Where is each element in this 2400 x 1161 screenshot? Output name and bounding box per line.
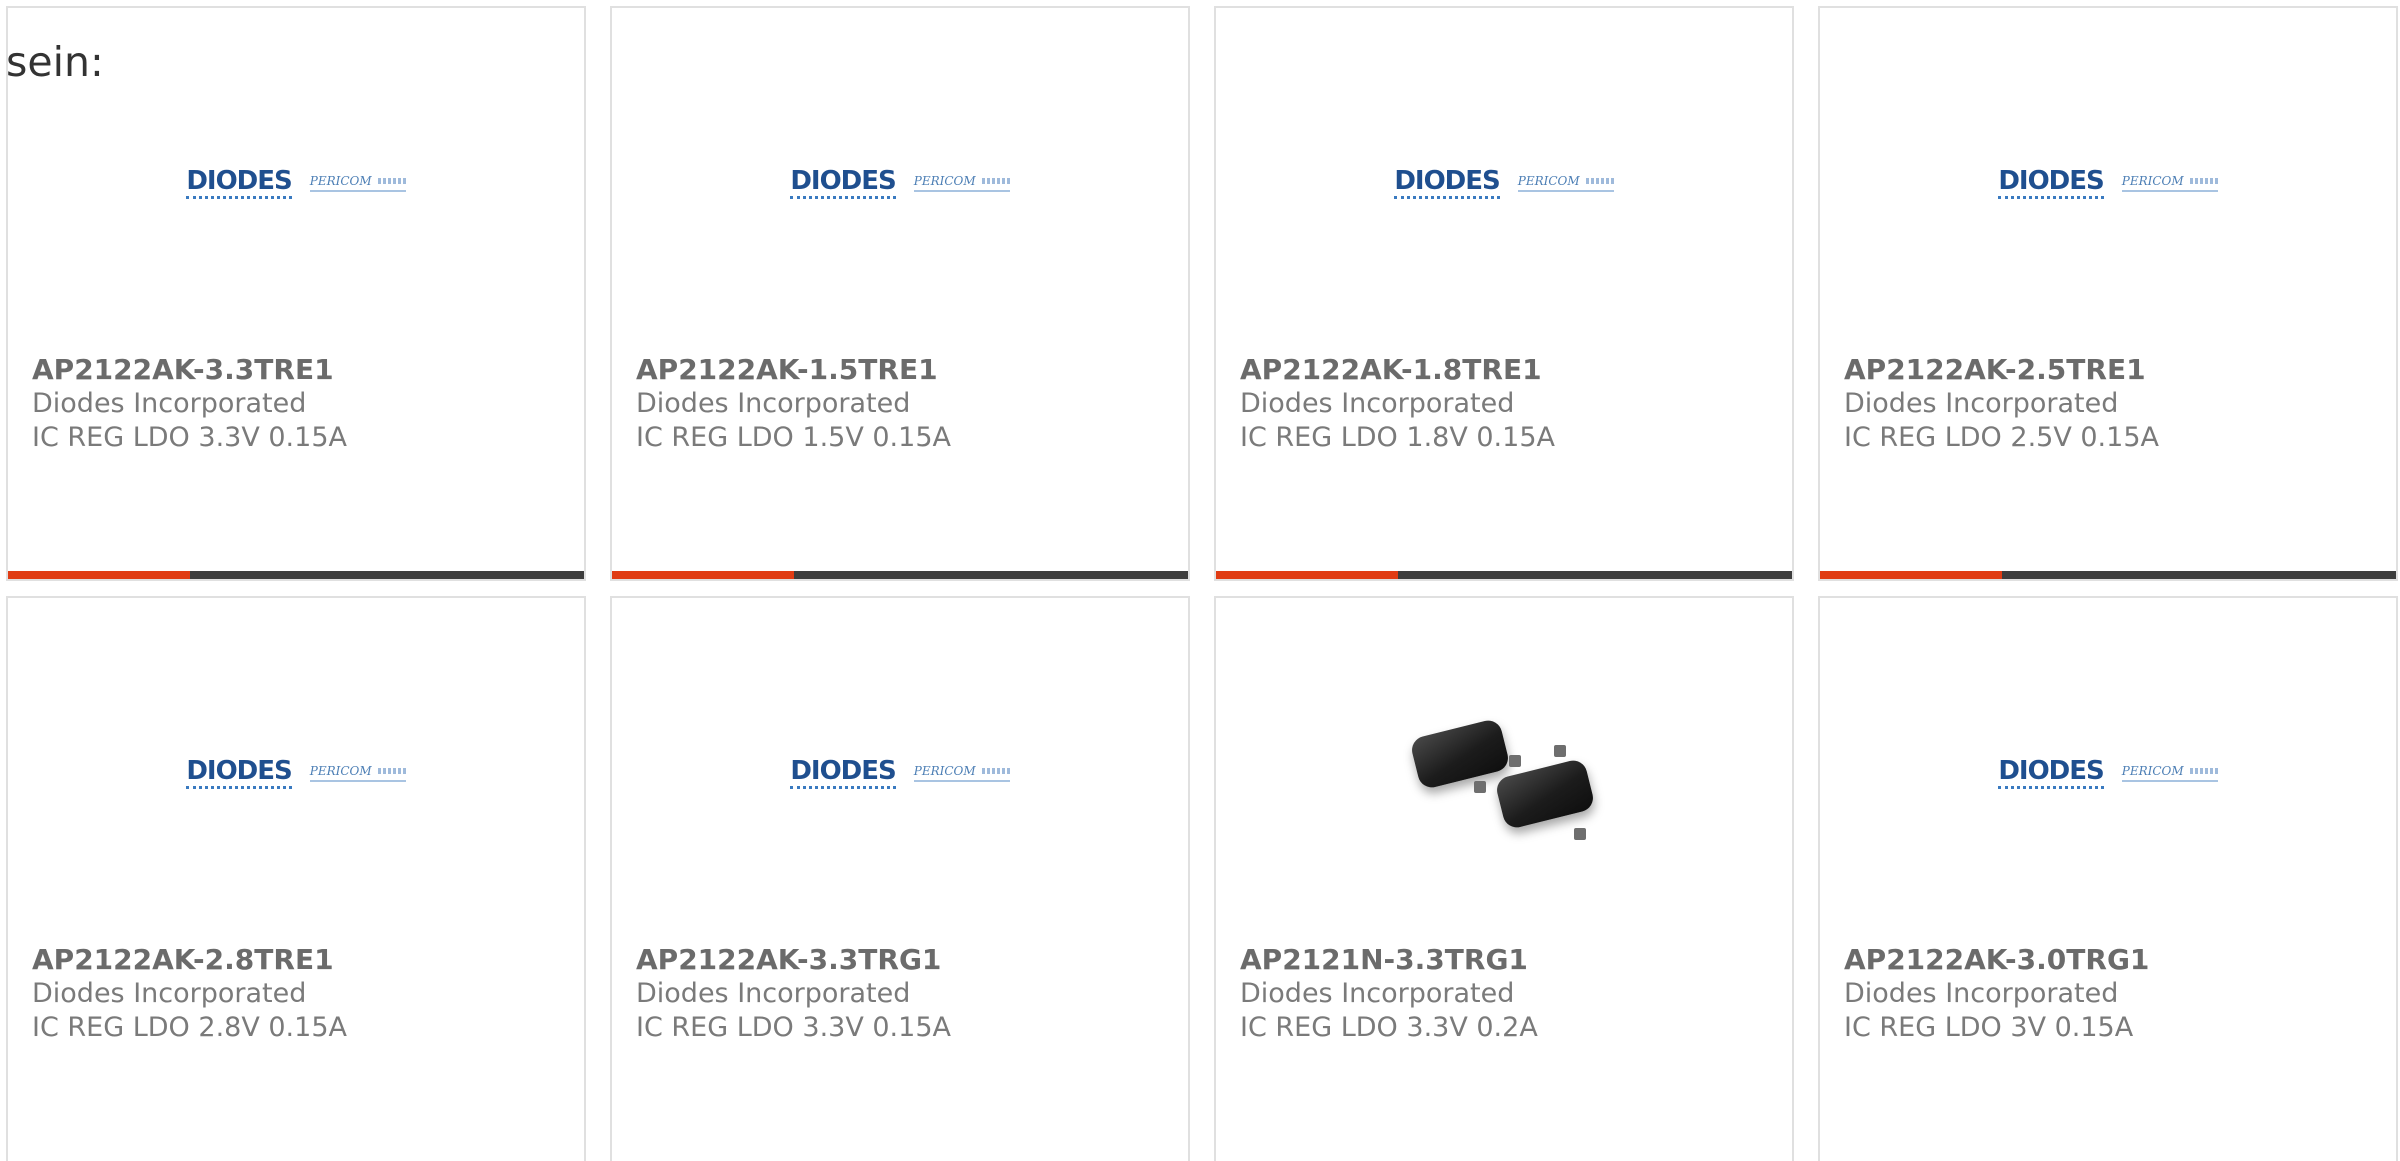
logo-sub: PERICOM — [2121, 765, 2218, 782]
logo-sub: PERICOM — [913, 175, 1010, 192]
product-grid-page: sein: DIODES PERICOM AP2122AK-3.3TRE1 Diode… — [0, 0, 2400, 1161]
part-number-link[interactable]: AP2121N-3.3TRG1 — [1240, 943, 1776, 977]
product-card[interactable]: DIODES PERICOM AP2122AK-3.3TRE1 Diodes Inco… — [6, 6, 586, 581]
manufacturer-name: Diodes Incorporated — [1844, 388, 2119, 419]
card-accent-bar — [1216, 571, 1398, 579]
part-number-link[interactable]: AP2122AK-1.8TRE1 — [1240, 353, 1776, 387]
product-image[interactable]: DIODES PERICOM — [1216, 48, 1792, 318]
logo-sub: PERICOM — [309, 765, 406, 782]
part-number-link[interactable]: AP2122AK-2.8TRE1 — [32, 943, 568, 977]
product-card[interactable]: DIODES PERICOM AP2122AK-3.3TRG1 Diodes Inco… — [610, 596, 1190, 1161]
product-card[interactable]: DIODES PERICOM AP2122AK-1.8TRE1 Diodes Inco… — [1214, 6, 1794, 581]
product-card[interactable]: DIODES PERICOM AP2122AK-3.0TRG1 Diodes Inco… — [1818, 596, 2398, 1161]
logo-sub: PERICOM — [309, 175, 406, 192]
diodes-pericom-logo: DIODES PERICOM — [1998, 758, 2218, 789]
logo-sub: PERICOM — [2121, 175, 2218, 192]
product-description: IC REG LDO 1.8V 0.15A — [1240, 422, 1555, 453]
product-description: IC REG LDO 3.3V 0.15A — [32, 422, 347, 453]
part-number-link[interactable]: AP2122AK-3.3TRE1 — [32, 353, 568, 387]
manufacturer-name: Diodes Incorporated — [32, 978, 307, 1009]
card-bottom-bar — [612, 571, 1188, 579]
part-number-link[interactable]: AP2122AK-2.5TRE1 — [1844, 353, 2380, 387]
product-info: AP2122AK-2.8TRE1 Diodes Incorporated IC RE… — [32, 943, 568, 1045]
product-info: AP2122AK-1.5TRE1 Diodes Incorporated IC RE… — [636, 353, 1172, 455]
logo-brand: DIODES — [790, 758, 897, 789]
product-info: AP2121N-3.3TRG1 Diodes Incorporated IC REG… — [1240, 943, 1776, 1045]
diodes-pericom-logo: DIODES PERICOM — [186, 168, 406, 199]
logo-brand: DIODES — [186, 758, 293, 789]
product-info: AP2122AK-1.8TRE1 Diodes Incorporated IC RE… — [1240, 353, 1776, 455]
product-description: IC REG LDO 3.3V 0.2A — [1240, 1012, 1538, 1043]
product-image[interactable]: DIODES PERICOM — [8, 638, 584, 908]
manufacturer-name: Diodes Incorporated — [636, 388, 911, 419]
product-description: IC REG LDO 3.3V 0.15A — [636, 1012, 951, 1043]
part-number-link[interactable]: AP2122AK-3.3TRG1 — [636, 943, 1172, 977]
card-bottom-bar — [1820, 571, 2396, 579]
product-card[interactable]: AP2121N-3.3TRG1 Diodes Incorporated IC REG… — [1214, 596, 1794, 1161]
part-number-link[interactable]: AP2122AK-3.0TRG1 — [1844, 943, 2380, 977]
logo-brand: DIODES — [1998, 168, 2105, 199]
part-number-link[interactable]: AP2122AK-1.5TRE1 — [636, 353, 1172, 387]
logo-sub: PERICOM — [1517, 175, 1614, 192]
product-description: IC REG LDO 1.5V 0.15A — [636, 422, 951, 453]
card-bottom-bar — [1216, 571, 1792, 579]
card-accent-bar — [612, 571, 794, 579]
diodes-pericom-logo: DIODES PERICOM — [186, 758, 406, 789]
manufacturer-name: Diodes Incorporated — [636, 978, 911, 1009]
product-image[interactable]: DIODES PERICOM — [612, 638, 1188, 908]
card-accent-bar — [8, 571, 190, 579]
card-bottom-bar — [8, 571, 584, 579]
product-grid: DIODES PERICOM AP2122AK-3.3TRE1 Diodes Inco… — [0, 0, 2400, 1161]
product-card[interactable]: DIODES PERICOM AP2122AK-2.8TRE1 Diodes Inco… — [6, 596, 586, 1161]
product-info: AP2122AK-2.5TRE1 Diodes Incorporated IC RE… — [1844, 353, 2380, 455]
logo-brand: DIODES — [1998, 758, 2105, 789]
product-info: AP2122AK-3.0TRG1 Diodes Incorporated IC RE… — [1844, 943, 2380, 1045]
logo-brand: DIODES — [790, 168, 897, 199]
product-image[interactable]: DIODES PERICOM — [1820, 638, 2396, 908]
manufacturer-name: Diodes Incorporated — [1844, 978, 2119, 1009]
product-card[interactable]: DIODES PERICOM AP2122AK-2.5TRE1 Diodes Inco… — [1818, 6, 2398, 581]
diodes-pericom-logo: DIODES PERICOM — [1394, 168, 1614, 199]
product-info: AP2122AK-3.3TRG1 Diodes Incorporated IC RE… — [636, 943, 1172, 1045]
product-image[interactable] — [1216, 638, 1792, 908]
diodes-pericom-logo: DIODES PERICOM — [1998, 168, 2218, 199]
product-image[interactable]: DIODES PERICOM — [1820, 48, 2396, 318]
manufacturer-name: Diodes Incorporated — [32, 388, 307, 419]
logo-brand: DIODES — [186, 168, 293, 199]
diodes-pericom-logo: DIODES PERICOM — [790, 758, 1010, 789]
product-description: IC REG LDO 3V 0.15A — [1844, 1012, 2134, 1043]
product-description: IC REG LDO 2.5V 0.15A — [1844, 422, 2159, 453]
diodes-pericom-logo: DIODES PERICOM — [790, 168, 1010, 199]
logo-sub: PERICOM — [913, 765, 1010, 782]
manufacturer-name: Diodes Incorporated — [1240, 978, 1515, 1009]
card-accent-bar — [1820, 571, 2002, 579]
product-info: AP2122AK-3.3TRE1 Diodes Incorporated IC RE… — [32, 353, 568, 455]
manufacturer-name: Diodes Incorporated — [1240, 388, 1515, 419]
logo-brand: DIODES — [1394, 168, 1501, 199]
intro-text: sein: — [6, 38, 104, 86]
sot23-package-photo — [1404, 673, 1604, 873]
product-image[interactable]: DIODES PERICOM — [612, 48, 1188, 318]
product-description: IC REG LDO 2.8V 0.15A — [32, 1012, 347, 1043]
product-card[interactable]: DIODES PERICOM AP2122AK-1.5TRE1 Diodes Inco… — [610, 6, 1190, 581]
